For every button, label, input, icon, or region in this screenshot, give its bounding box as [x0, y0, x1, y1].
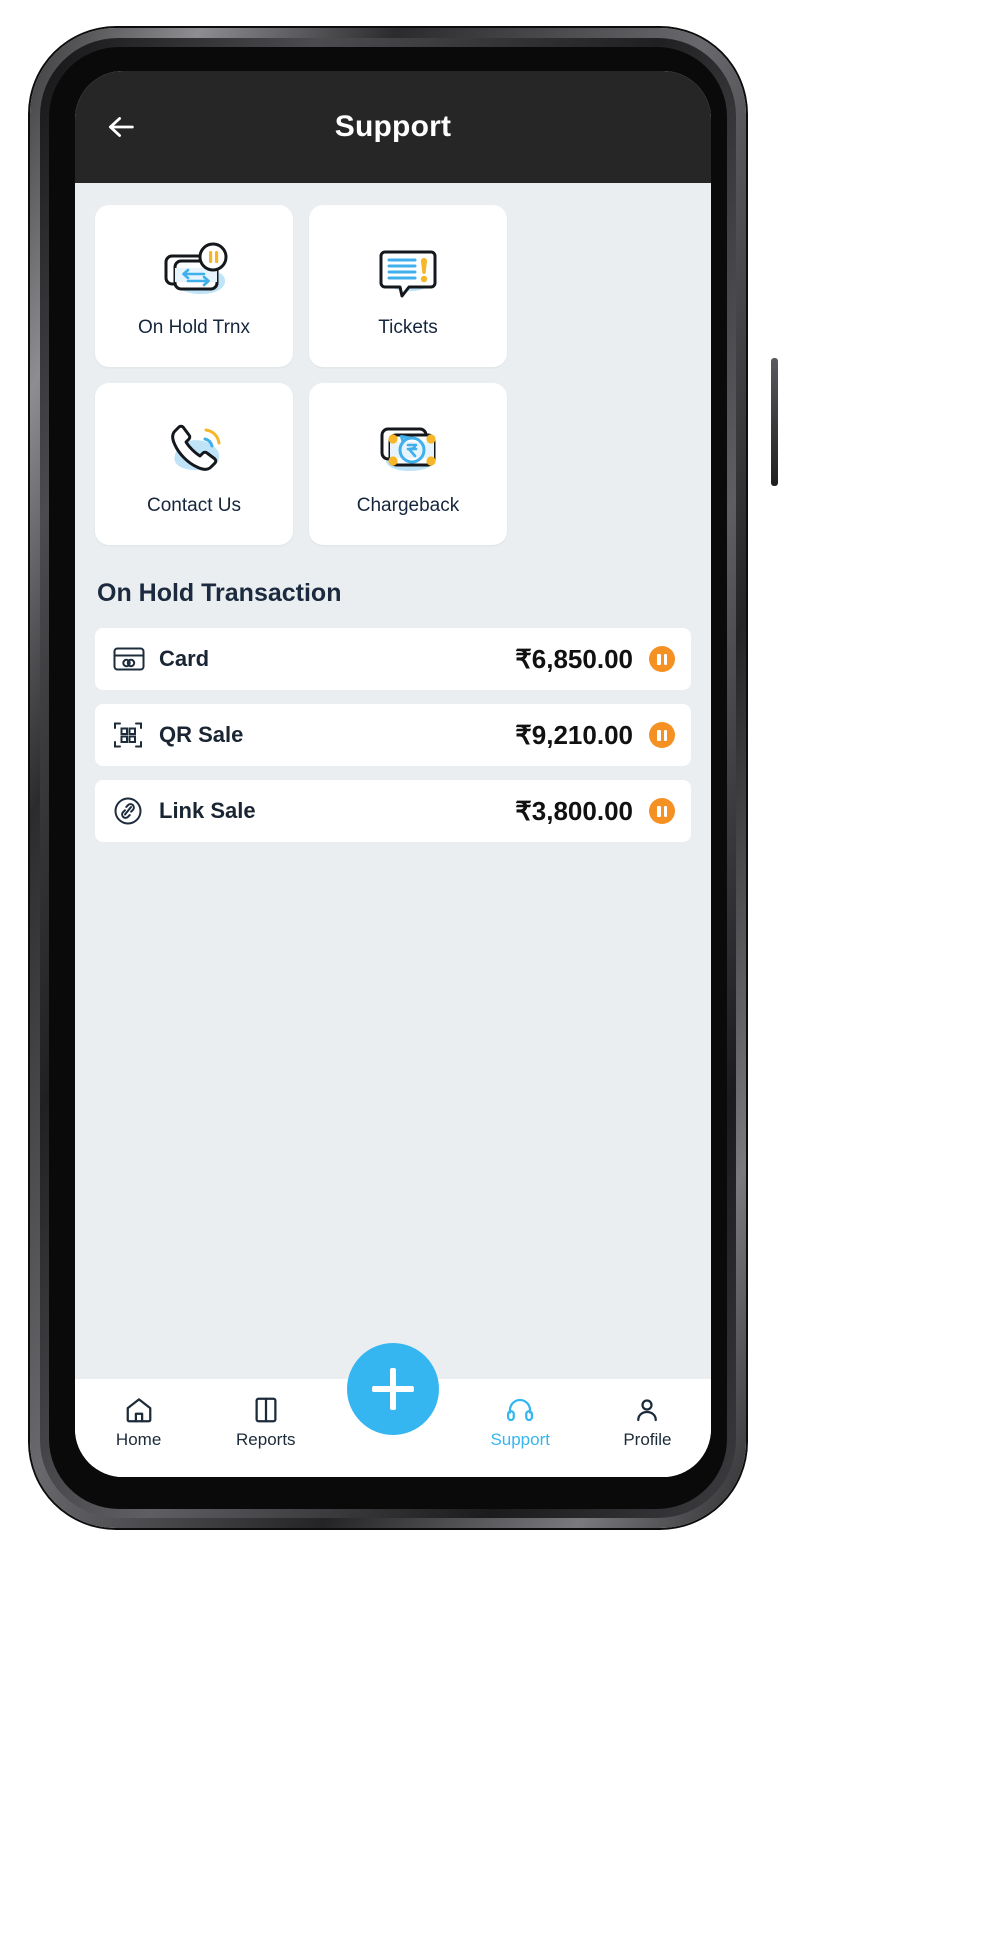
transaction-label: Card [159, 646, 210, 671]
pause-bar-left [657, 653, 661, 665]
transaction-label: Link Sale [159, 798, 256, 823]
link-icon [113, 796, 149, 826]
phone-call-icon [151, 411, 237, 487]
home-icon [126, 1398, 151, 1423]
tile-label: On Hold Trnx [138, 317, 250, 338]
nav-label: Support [490, 1430, 550, 1449]
phone-frame: Support On Hold Trnx Tickets Contact Us … [30, 28, 778, 1528]
nav-item-profile[interactable]: Profile [584, 1395, 711, 1450]
chargeback-money-icon [365, 411, 451, 487]
arrow-left-icon [108, 117, 134, 137]
pause-bar-left [657, 729, 661, 741]
transaction-amount: ₹6,850.00 [515, 643, 633, 674]
table-row[interactable]: Link Sale ₹3,800.00 [95, 780, 691, 842]
nav-label: Home [115, 1430, 162, 1449]
support-content: On Hold Trnx Tickets Contact Us Chargeba… [75, 183, 711, 1379]
person-icon [637, 1399, 658, 1422]
phone-bezel-inner: Support On Hold Trnx Tickets Contact Us … [49, 47, 727, 1509]
tile-label: Chargeback [356, 495, 460, 516]
transaction-amount: ₹3,800.00 [515, 795, 633, 826]
status-badge-on-hold [649, 722, 675, 748]
on-hold-transaction-list: Card ₹6,850.00 QR Sale ₹9,210.00 Link Sa… [95, 628, 691, 842]
status-badge-on-hold [649, 798, 675, 824]
tile-on-hold-trnx[interactable]: On Hold Trnx [95, 205, 293, 367]
transaction-label: QR Sale [159, 722, 244, 747]
pause-bar-right [663, 653, 667, 665]
phone-screen: Support On Hold Trnx Tickets Contact Us … [75, 71, 711, 1477]
nav-item-home[interactable]: Home [75, 1395, 202, 1450]
tile-contact-us[interactable]: Contact Us [95, 383, 293, 545]
tile-label: Contact Us [147, 495, 241, 516]
section-title: On Hold Transaction [97, 579, 342, 607]
credit-card-icon [113, 646, 149, 672]
nav-label: Profile [623, 1430, 672, 1449]
app-bar: Support [75, 71, 711, 183]
support-tiles-grid: On Hold Trnx Tickets Contact Us Chargeba… [95, 205, 691, 545]
add-action-fab[interactable] [347, 1343, 439, 1435]
qr-code-icon [113, 720, 149, 750]
page-title: Support [334, 110, 452, 143]
phone-power-button [771, 358, 778, 486]
tile-chargeback[interactable]: Chargeback [309, 383, 507, 545]
pause-bar-right [663, 805, 667, 817]
nav-label: Reports [236, 1430, 296, 1449]
table-row[interactable]: Card ₹6,850.00 [95, 628, 691, 690]
status-badge-on-hold [649, 646, 675, 672]
back-button[interactable] [95, 101, 147, 153]
headset-icon [507, 1398, 534, 1422]
nav-item-reports[interactable]: Reports [202, 1395, 329, 1450]
tile-tickets[interactable]: Tickets [309, 205, 507, 367]
pause-bar-right [663, 729, 667, 741]
pause-bar-left [657, 805, 661, 817]
on-hold-transaction-icon [151, 233, 237, 309]
transaction-amount: ₹9,210.00 [515, 719, 633, 750]
nav-item-support[interactable]: Support [457, 1395, 584, 1450]
book-icon [255, 1397, 277, 1423]
phone-bezel-band: Support On Hold Trnx Tickets Contact Us … [40, 38, 736, 1518]
ticket-chat-icon [365, 233, 451, 309]
screenshot-canvas: Support On Hold Trnx Tickets Contact Us … [0, 0, 994, 1957]
tile-label: Tickets [378, 317, 438, 338]
plus-icon [372, 1368, 414, 1410]
table-row[interactable]: QR Sale ₹9,210.00 [95, 704, 691, 766]
